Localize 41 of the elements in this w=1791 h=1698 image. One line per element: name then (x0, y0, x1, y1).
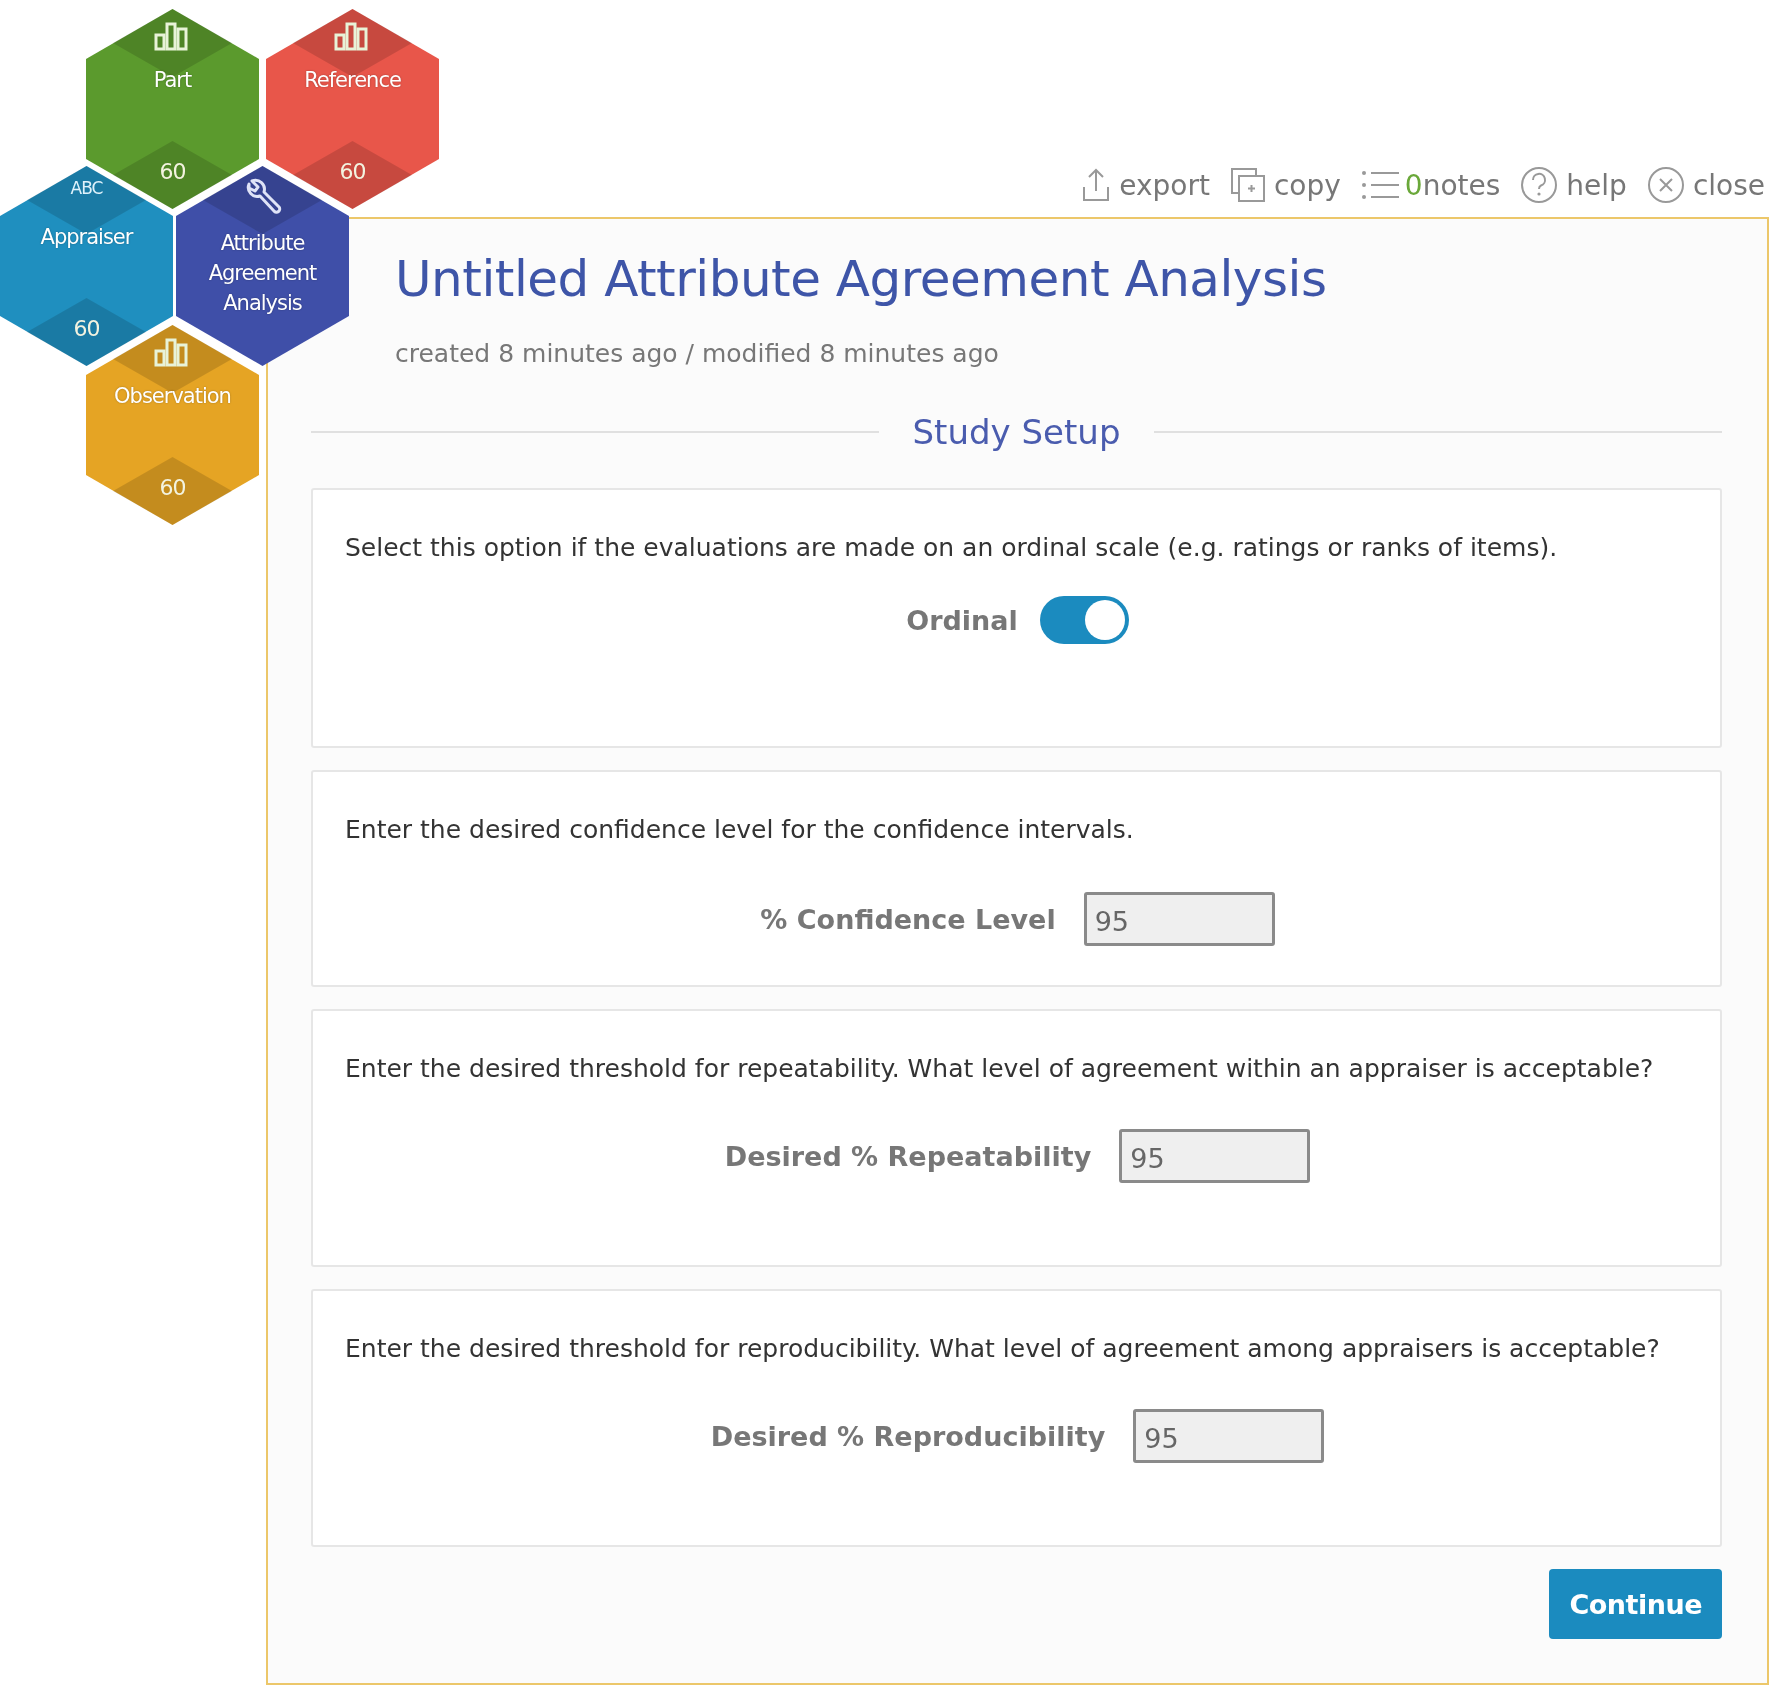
help-link[interactable]: help (1520, 166, 1627, 204)
field-label: Ordinal (906, 604, 1018, 636)
number-field[interactable]: 95 (1083, 892, 1275, 946)
number-field[interactable]: 95 (1133, 1409, 1325, 1463)
timestamp-text: created 8 minutes ago / modified 8 minutes ago (395, 339, 1000, 368)
abc-icon: ABC (70, 178, 103, 198)
link-label: help (1566, 168, 1627, 202)
notes-link[interactable]: 0notes (1360, 168, 1501, 202)
toggle-switch[interactable] (1039, 596, 1129, 644)
copy-link[interactable]: copy (1229, 167, 1341, 203)
export-link[interactable]: export (1081, 167, 1210, 203)
tile-label[interactable]: Reference (304, 65, 401, 95)
count-label: 60 (73, 316, 100, 341)
field-label: Desired % Reproducibility (710, 1420, 1106, 1452)
link-label: close (1692, 168, 1765, 202)
hex-tile[interactable] (266, 9, 439, 209)
link-label: export (1119, 168, 1210, 202)
list-icon (1360, 168, 1401, 202)
link-label: copy (1273, 168, 1341, 202)
field-label: Desired % Repeatability (724, 1140, 1092, 1172)
number-field[interactable]: 95 (1119, 1129, 1311, 1183)
link-label: notes (1422, 168, 1501, 202)
card-description: Select this option if the evaluations are made on an ordinal scale (e.g. ratings or ranks of items). (345, 532, 1559, 564)
continue-button[interactable]: Continue (1549, 1569, 1722, 1639)
export-icon (1081, 167, 1112, 203)
tile-label[interactable]: Part (153, 65, 192, 95)
tile-label[interactable]: Appraiser (40, 222, 133, 252)
help-icon (1520, 166, 1559, 204)
field-label: % Confidence Level (760, 903, 1056, 935)
analysis-title: Untitled Attribute Agreement Analysis (395, 249, 1328, 310)
card-description: Enter the desired threshold for repeatability. What level of agreement within an appraiser is acceptable? (345, 1053, 1655, 1085)
close-icon (1646, 166, 1685, 204)
count-label: 60 (159, 475, 186, 500)
section-title: Study Setup (912, 412, 1121, 452)
card-description: Enter the desired confidence level for the confidence intervals. (345, 814, 1135, 846)
count-label: 60 (159, 159, 186, 184)
close-link[interactable]: close (1646, 166, 1765, 204)
notes-count: 0 (1404, 168, 1423, 202)
copy-icon (1229, 167, 1266, 203)
count-label: 60 (339, 159, 366, 184)
card-description: Enter the desired threshold for reproducibility. What level of agreement among appraisers is acceptable? (345, 1333, 1661, 1365)
